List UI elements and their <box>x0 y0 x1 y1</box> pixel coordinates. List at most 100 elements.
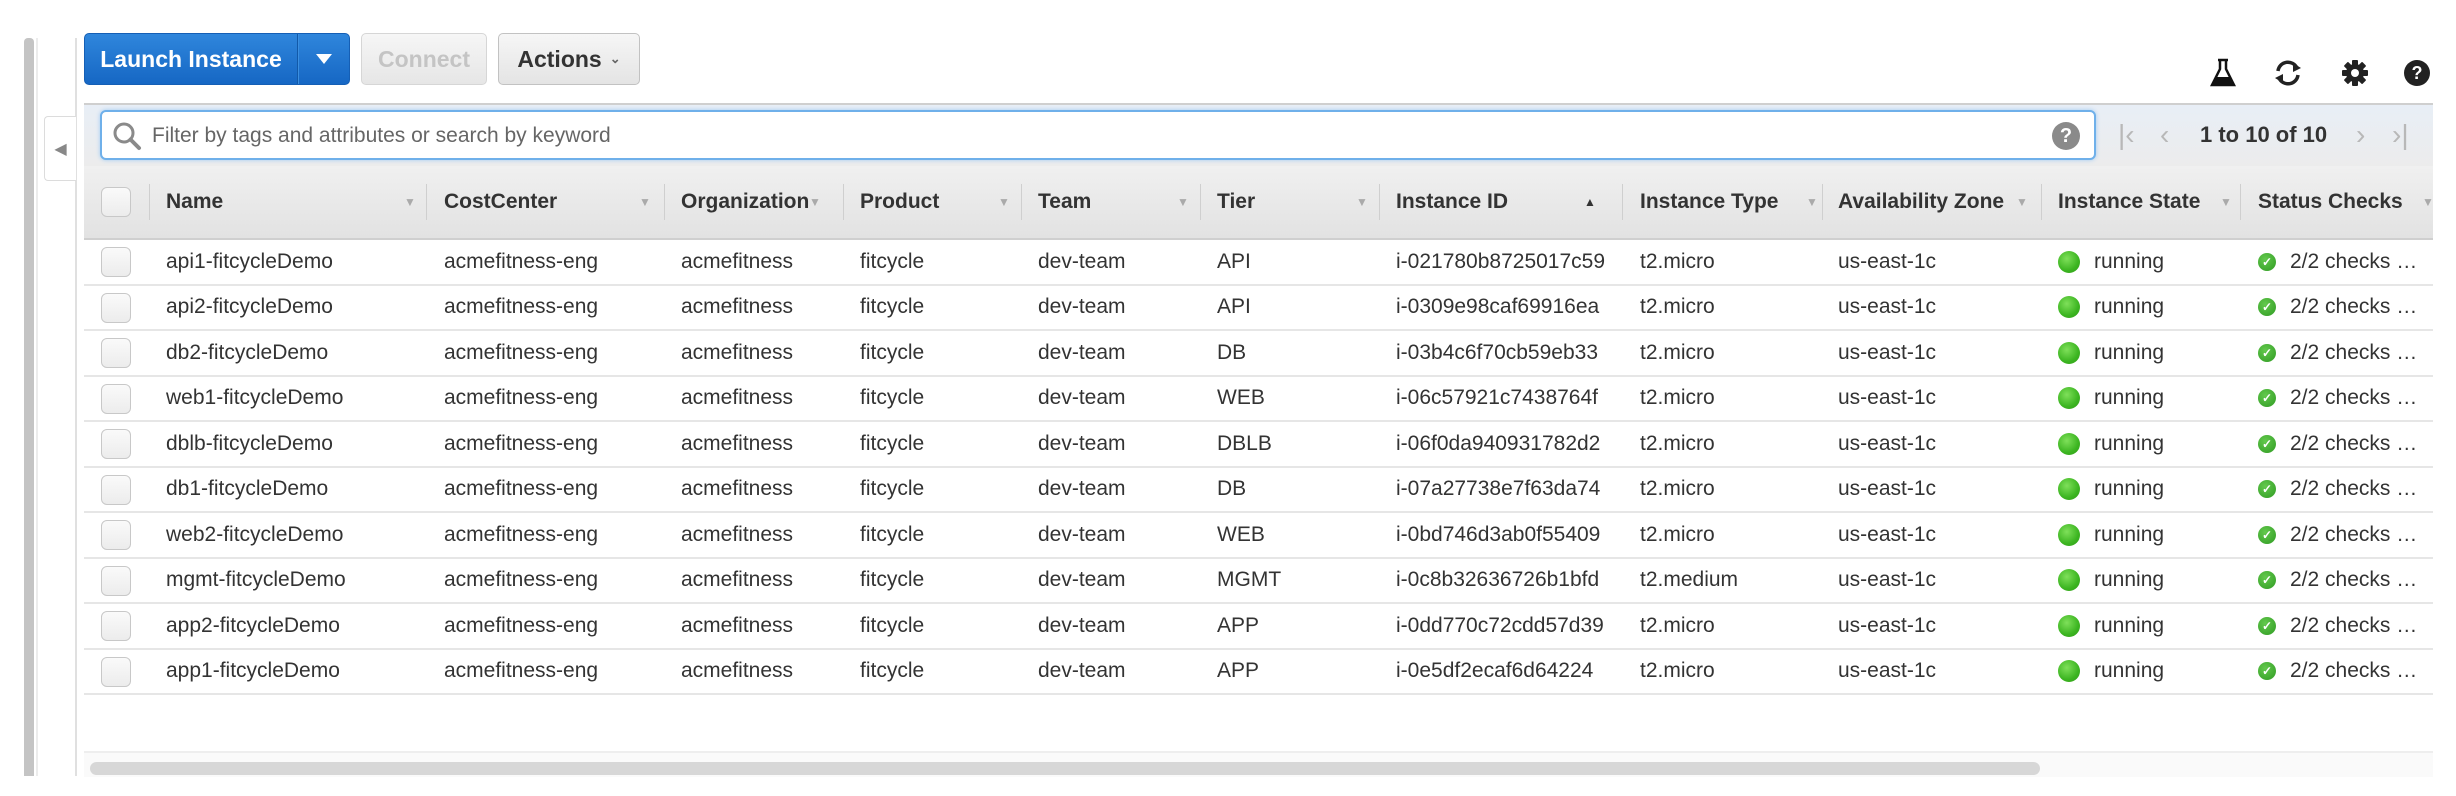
cell-text: us-east-1c <box>1838 295 1937 318</box>
cell-status-checks: ✓ 2/2 checks … <box>2258 604 2417 647</box>
left-panel-scrollbar[interactable] <box>24 38 34 776</box>
row-checkbox[interactable] <box>101 429 131 459</box>
column-separator[interactable] <box>1822 184 1823 220</box>
table-row[interactable]: mgmt-fitcycleDemo acmefitness-eng acmefitn… <box>84 559 2433 604</box>
cell-az: us-east-1c <box>1838 331 1936 374</box>
column-separator[interactable] <box>1200 184 1201 220</box>
column-separator[interactable] <box>1379 184 1380 220</box>
column-header-status-checks[interactable]: Status Checks <box>2258 166 2403 238</box>
table-row[interactable]: app2-fitcycleDemo acmefitness-eng acmefitn… <box>84 604 2433 650</box>
column-separator[interactable] <box>1622 184 1623 220</box>
table-row[interactable]: db1-fitcycleDemo acmefitness-eng acmefitne… <box>84 468 2433 513</box>
cell-text: 2/2 checks … <box>2290 386 2418 409</box>
cell-az: us-east-1c <box>1838 513 1936 556</box>
search-icon <box>113 122 141 150</box>
cell-text: dblb-fitcycleDemo <box>166 431 333 455</box>
next-page-button[interactable]: › <box>2356 112 2365 158</box>
cell-text: APP <box>1217 659 1260 682</box>
cell-text: fitcycle <box>860 386 925 409</box>
launch-instance-button[interactable]: Launch Instance <box>84 33 350 85</box>
cell-instance-type: t2.micro <box>1640 468 1715 511</box>
column-header-cost-center[interactable]: CostCenter <box>444 166 557 238</box>
sort-menu-icon[interactable]: ▼ <box>2016 166 2028 238</box>
sort-menu-icon[interactable]: ▼ <box>2220 166 2232 238</box>
row-checkbox[interactable] <box>101 565 131 596</box>
column-separator[interactable] <box>2041 184 2042 220</box>
cell-product: fitcycle <box>860 422 924 465</box>
sort-menu-icon[interactable]: ▼ <box>2422 166 2434 238</box>
table-row[interactable]: web1-fitcycleDemo acmefitness-eng acmefitn… <box>84 377 2433 422</box>
row-checkbox[interactable] <box>101 292 131 323</box>
column-header-az[interactable]: Availability Zone <box>1838 166 2004 238</box>
horizontal-scrollbar-thumb[interactable] <box>90 762 2040 775</box>
sort-menu-icon[interactable]: ▼ <box>1806 166 1818 238</box>
cell-text: db2-fitcycleDemo <box>166 340 329 364</box>
check-passed-icon: ✓ <box>2258 480 2276 498</box>
launch-dropdown-toggle[interactable] <box>298 34 349 84</box>
search-help-icon[interactable]: ? <box>2052 122 2080 150</box>
cell-text: APP <box>1217 613 1260 637</box>
flask-icon[interactable] <box>2206 56 2240 90</box>
help-icon[interactable]: ? <box>2400 56 2434 90</box>
column-header-tier[interactable]: Tier <box>1217 166 1255 238</box>
cell-product: fitcycle <box>860 604 924 647</box>
select-all-checkbox[interactable] <box>101 187 131 217</box>
chevron-down-icon: ⌄ <box>609 51 621 66</box>
column-header-organization[interactable]: Organization <box>681 166 809 238</box>
column-separator[interactable] <box>426 184 427 220</box>
column-separator[interactable] <box>1021 184 1022 220</box>
cell-team: dev-team <box>1038 650 1126 693</box>
search-input[interactable] <box>150 112 2034 160</box>
first-page-button[interactable]: |‹ <box>2118 112 2135 158</box>
table-row[interactable]: db2-fitcycleDemo acmefitness-eng acmefitne… <box>84 331 2433 377</box>
column-header-instance-type[interactable]: Instance Type <box>1640 166 1779 238</box>
column-separator[interactable] <box>664 184 665 220</box>
refresh-icon[interactable] <box>2271 56 2305 90</box>
sort-menu-icon[interactable]: ▼ <box>998 166 1010 238</box>
connect-button[interactable]: Connect <box>361 33 487 85</box>
last-page-button[interactable]: ›| <box>2392 112 2409 158</box>
prev-page-button[interactable]: ‹ <box>2160 112 2169 158</box>
cell-tier: DBLB <box>1217 422 1272 465</box>
sort-menu-icon[interactable]: ▼ <box>404 166 416 238</box>
column-header-product[interactable]: Product <box>860 166 939 238</box>
search-box[interactable]: ? <box>100 110 2096 160</box>
column-separator[interactable] <box>843 184 844 220</box>
row-checkbox[interactable] <box>101 383 131 414</box>
launch-instance-label[interactable]: Launch Instance <box>85 34 298 84</box>
table-row[interactable]: api1-fitcycleDemo acmefitness-eng acmefitn… <box>84 240 2433 286</box>
table-row[interactable]: web2-fitcycleDemo acmefitness-eng acmefitn… <box>84 513 2433 559</box>
cell-tier: WEB <box>1217 513 1265 556</box>
actions-dropdown[interactable]: Actions ⌄ <box>498 33 640 85</box>
sort-ascending-icon[interactable]: ▲ <box>1584 166 1596 238</box>
cell-organization: acmefitness <box>681 559 793 602</box>
column-header-name[interactable]: Name <box>166 166 223 238</box>
cell-text: 2/2 checks … <box>2290 477 2418 500</box>
row-checkbox[interactable] <box>101 611 131 641</box>
cell-tier: APP <box>1217 604 1259 647</box>
table-row[interactable]: dblb-fitcycleDemo acmefitness-eng acmefitn… <box>84 422 2433 468</box>
row-checkbox[interactable] <box>101 247 131 277</box>
collapse-sidebar-button[interactable]: ◀ <box>44 116 76 181</box>
cell-status-checks: ✓ 2/2 checks … <box>2258 331 2417 374</box>
cell-text: running <box>2094 249 2165 273</box>
column-separator[interactable] <box>2240 184 2241 220</box>
sort-menu-icon[interactable]: ▼ <box>1356 166 1368 238</box>
sort-menu-icon[interactable]: ▼ <box>639 166 651 238</box>
table-row[interactable]: api2-fitcycleDemo acmefitness-eng acmefitn… <box>84 286 2433 331</box>
row-checkbox[interactable] <box>101 338 131 368</box>
column-header-team[interactable]: Team <box>1038 166 1091 238</box>
cell-text: WEB <box>1217 522 1265 546</box>
row-checkbox[interactable] <box>101 474 131 505</box>
column-separator[interactable] <box>149 184 150 220</box>
cell-text: mgmt-fitcycleDemo <box>166 568 346 591</box>
column-header-instance-id[interactable]: Instance ID <box>1396 166 1508 238</box>
sort-menu-icon[interactable]: ▼ <box>809 166 821 238</box>
sort-menu-icon[interactable]: ▼ <box>1177 166 1189 238</box>
table-row[interactable]: app1-fitcycleDemo acmefitness-eng acmefitn… <box>84 650 2433 695</box>
cell-state: running <box>2058 604 2164 647</box>
gear-icon[interactable] <box>2338 56 2372 90</box>
column-header-state[interactable]: Instance State <box>2058 166 2200 238</box>
row-checkbox[interactable] <box>101 656 131 687</box>
row-checkbox[interactable] <box>101 520 131 550</box>
